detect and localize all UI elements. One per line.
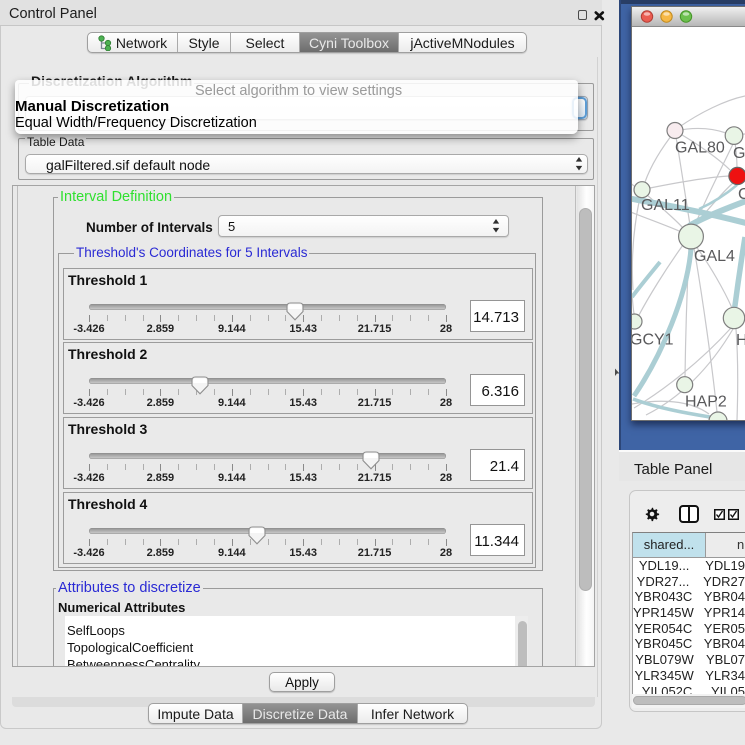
svg-text:GAL11: GAL11 [641,197,690,214]
svg-text:G.: G. [733,145,745,162]
svg-text:HAP2: HAP2 [685,394,727,411]
svg-text:GCY1: GCY1 [632,332,674,349]
svg-text:C: C [738,186,745,203]
svg-text:GAL4: GAL4 [694,248,735,265]
svg-text:GAL80: GAL80 [675,140,725,157]
svg-text:H: H [736,332,745,349]
